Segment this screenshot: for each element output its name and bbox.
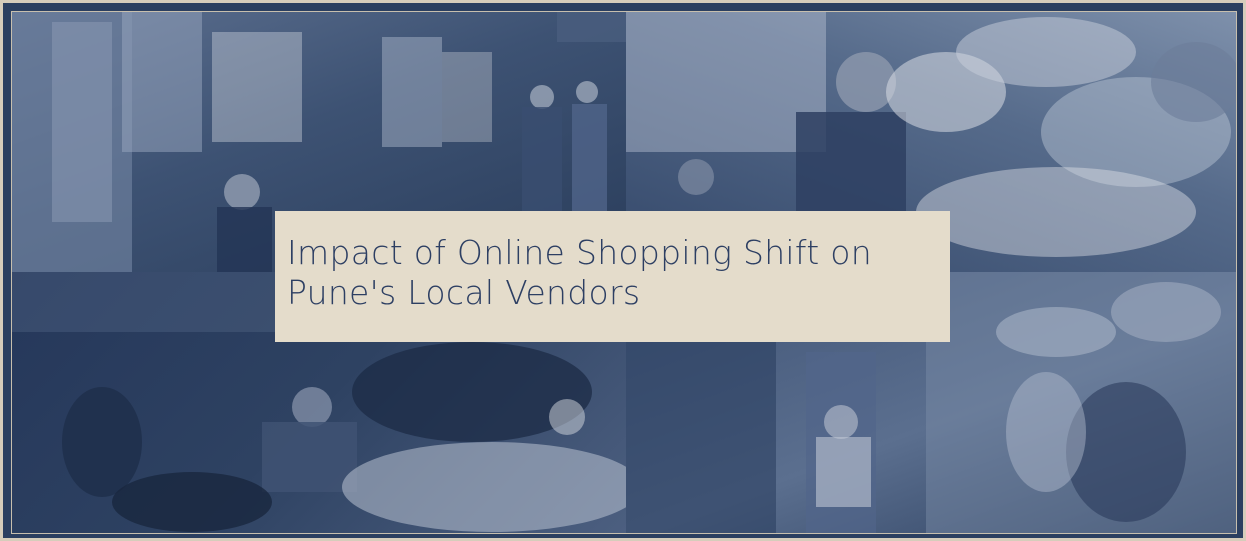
banner-frame: Impact of Online Shopping Shift on Pune'… xyxy=(0,0,1246,541)
title-box: Impact of Online Shopping Shift on Pune'… xyxy=(275,211,950,342)
photo-collage: Impact of Online Shopping Shift on Pune'… xyxy=(11,11,1237,534)
page-title: Impact of Online Shopping Shift on Pune'… xyxy=(287,233,872,312)
